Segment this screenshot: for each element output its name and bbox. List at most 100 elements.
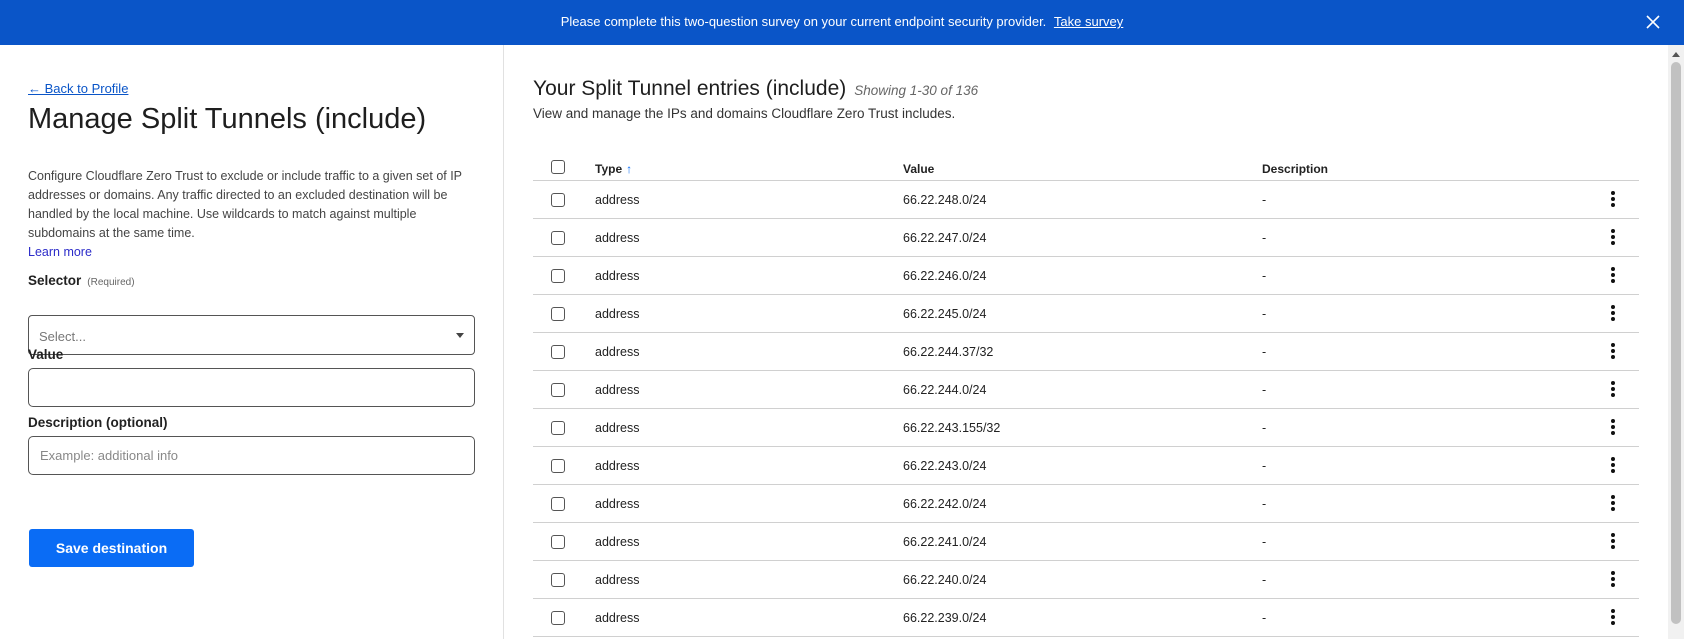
more-options-icon[interactable] xyxy=(1609,229,1617,247)
more-options-icon[interactable] xyxy=(1609,381,1617,399)
more-options-icon[interactable] xyxy=(1609,495,1617,513)
row-type: address xyxy=(595,611,640,625)
table-row: address 66.22.247.0/24 - xyxy=(533,219,1639,257)
row-checkbox[interactable] xyxy=(551,383,565,397)
row-type: address xyxy=(595,193,640,207)
table-row: address 66.22.243.155/32 - xyxy=(533,409,1639,447)
survey-banner: Please complete this two-question survey… xyxy=(0,0,1684,45)
row-checkbox[interactable] xyxy=(551,307,565,321)
row-value: 66.22.240.0/24 xyxy=(903,573,987,587)
row-value: 66.22.239.0/24 xyxy=(903,611,987,625)
banner-message: Please complete this two-question survey… xyxy=(560,14,1047,29)
row-description: - xyxy=(1262,231,1267,245)
table-row: address 66.22.246.0/24 - xyxy=(533,257,1639,295)
more-options-icon[interactable] xyxy=(1609,571,1617,589)
table-row: address 66.22.241.0/24 - xyxy=(533,523,1639,561)
more-options-icon[interactable] xyxy=(1609,305,1617,323)
manage-form-panel: ← Back to Profile Manage Split Tunnels (… xyxy=(0,45,504,639)
row-description: - xyxy=(1262,193,1267,207)
selector-placeholder: Select... xyxy=(39,329,86,344)
table-row: address 66.22.243.0/24 - xyxy=(533,447,1639,485)
page-description: Configure Cloudflare Zero Trust to exclu… xyxy=(28,169,462,240)
table-row: address 66.22.244.0/24 - xyxy=(533,371,1639,409)
take-survey-link[interactable]: Take survey xyxy=(1054,14,1123,29)
chevron-down-icon xyxy=(456,333,464,338)
table-row: address 66.22.242.0/24 - xyxy=(533,485,1639,523)
row-description: - xyxy=(1262,269,1267,283)
row-checkbox[interactable] xyxy=(551,573,565,587)
row-description: - xyxy=(1262,611,1267,625)
row-description: - xyxy=(1262,421,1267,435)
row-description: - xyxy=(1262,573,1267,587)
close-icon[interactable] xyxy=(1642,11,1664,33)
scroll-up-icon[interactable] xyxy=(1672,52,1680,57)
page-title: Manage Split Tunnels (include) xyxy=(28,103,427,135)
entries-panel: Your Split Tunnel entries (include) Showi… xyxy=(505,45,1668,639)
row-description: - xyxy=(1262,497,1267,511)
selector-label-text: Selector xyxy=(28,273,82,288)
row-value: 66.22.242.0/24 xyxy=(903,497,987,511)
row-value: 66.22.246.0/24 xyxy=(903,269,987,283)
sort-ascending-icon: ↑ xyxy=(626,162,633,176)
description-label: Description (optional) xyxy=(28,415,168,430)
save-destination-button[interactable]: Save destination xyxy=(29,529,194,567)
description-input[interactable] xyxy=(28,436,475,475)
more-options-icon[interactable] xyxy=(1609,343,1617,361)
row-checkbox[interactable] xyxy=(551,459,565,473)
column-header-description[interactable]: Description xyxy=(1262,162,1328,176)
row-description: - xyxy=(1262,345,1267,359)
showing-count: Showing 1-30 of 136 xyxy=(854,83,979,98)
entries-subtitle: View and manage the IPs and domains Clou… xyxy=(533,106,956,121)
row-description: - xyxy=(1262,459,1267,473)
row-checkbox[interactable] xyxy=(551,497,565,511)
entries-table: Type ↑ Value Description address 66.22.248… xyxy=(533,155,1639,637)
more-options-icon[interactable] xyxy=(1609,457,1617,475)
scrollbar-thumb[interactable] xyxy=(1671,62,1681,624)
required-tag: (Required) xyxy=(87,277,135,288)
selector-dropdown[interactable]: Select... xyxy=(28,315,475,355)
row-value: 66.22.245.0/24 xyxy=(903,307,987,321)
banner-content: Please complete this two-question survey… xyxy=(0,14,1684,29)
row-checkbox[interactable] xyxy=(551,535,565,549)
page-scrollbar[interactable] xyxy=(1668,45,1684,639)
entries-heading: Your Split Tunnel entries (include) Showi… xyxy=(533,77,978,101)
row-description: - xyxy=(1262,383,1267,397)
row-type: address xyxy=(595,421,640,435)
more-options-icon[interactable] xyxy=(1609,267,1617,285)
row-checkbox[interactable] xyxy=(551,231,565,245)
row-checkbox[interactable] xyxy=(551,421,565,435)
table-header: Type ↑ Value Description xyxy=(533,155,1639,181)
row-type: address xyxy=(595,231,640,245)
row-checkbox[interactable] xyxy=(551,193,565,207)
learn-more-link[interactable]: Learn more xyxy=(28,245,92,259)
row-checkbox[interactable] xyxy=(551,611,565,625)
row-checkbox[interactable] xyxy=(551,269,565,283)
column-type-label: Type xyxy=(595,162,623,176)
table-row: address 66.22.245.0/24 - xyxy=(533,295,1639,333)
more-options-icon[interactable] xyxy=(1609,191,1617,209)
column-header-value[interactable]: Value xyxy=(903,162,934,176)
row-type: address xyxy=(595,573,640,587)
row-description: - xyxy=(1262,307,1267,321)
table-row: address 66.22.248.0/24 - xyxy=(533,181,1639,219)
back-to-profile-link[interactable]: ← Back to Profile xyxy=(28,81,128,96)
row-type: address xyxy=(595,383,640,397)
table-row: address 66.22.244.37/32 - xyxy=(533,333,1639,371)
row-type: address xyxy=(595,307,640,321)
more-options-icon[interactable] xyxy=(1609,609,1617,627)
row-value: 66.22.241.0/24 xyxy=(903,535,987,549)
row-value: 66.22.243.0/24 xyxy=(903,459,987,473)
select-all-checkbox[interactable] xyxy=(551,160,565,174)
more-options-icon[interactable] xyxy=(1609,419,1617,437)
row-value: 66.22.243.155/32 xyxy=(903,421,1001,435)
table-body: address 66.22.248.0/24 - address 66.22.247.0… xyxy=(533,181,1639,637)
row-checkbox[interactable] xyxy=(551,345,565,359)
column-header-type[interactable]: Type ↑ xyxy=(595,162,632,176)
selector-label: Selector (Required) xyxy=(28,273,135,288)
value-label: Value xyxy=(28,347,64,362)
row-type: address xyxy=(595,459,640,473)
value-input[interactable] xyxy=(28,368,475,407)
row-type: address xyxy=(595,535,640,549)
table-row: address 66.22.240.0/24 - xyxy=(533,561,1639,599)
more-options-icon[interactable] xyxy=(1609,533,1617,551)
